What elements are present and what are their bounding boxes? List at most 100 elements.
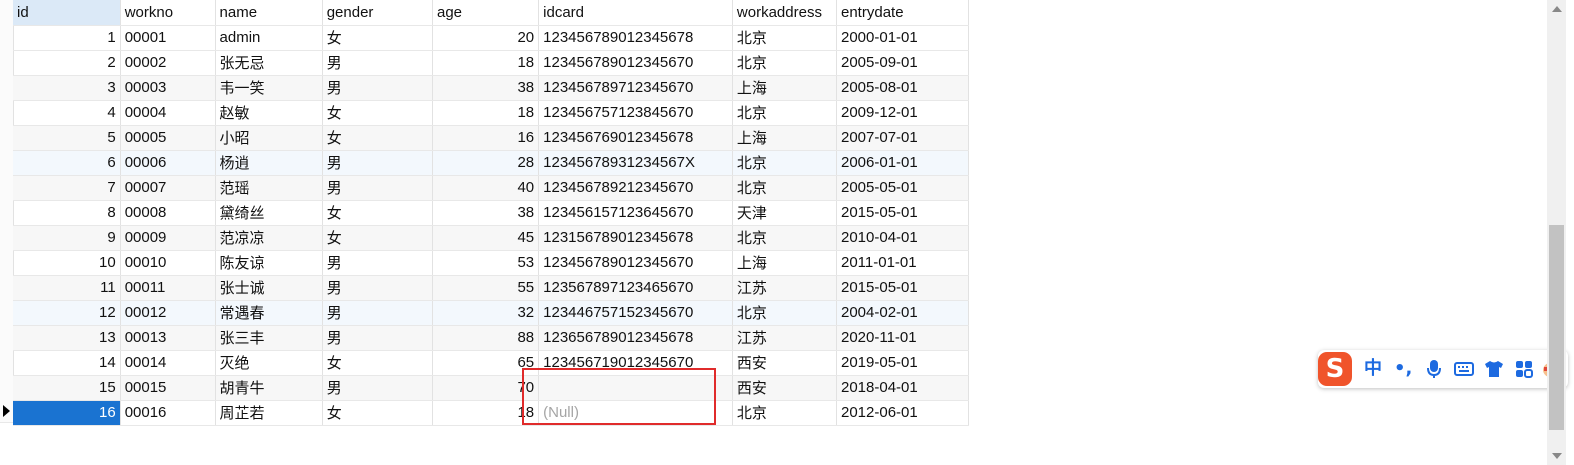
table-row[interactable]: 7 00007 范瑶男 40 123456789212345670 北京 2005-05-0… [13, 175, 969, 201]
cell-age[interactable]: 65 [432, 350, 540, 376]
cell-age[interactable]: 18 [432, 100, 540, 126]
cell-idcard[interactable]: 123456719012345670 [538, 350, 733, 376]
cell-workaddress[interactable]: 上海 [732, 75, 838, 101]
cell-idcard[interactable]: 123456157123645670 [538, 200, 733, 226]
cell-workaddress[interactable]: 天津 [732, 200, 838, 226]
cell-age[interactable]: 70 [432, 375, 540, 401]
keyboard-icon[interactable] [1454, 359, 1474, 379]
cell-id[interactable]: 8 [13, 200, 121, 226]
cell-name[interactable]: 胡青牛 [215, 375, 323, 401]
cell-name[interactable]: 周芷若 [215, 400, 323, 426]
scrollbar-thumb[interactable] [1549, 225, 1564, 430]
cell-idcard[interactable]: 123456789212345670 [538, 175, 733, 201]
cell-idcard[interactable]: 123456789012345670 [538, 50, 733, 76]
scroll-up-arrow-icon[interactable] [1552, 6, 1562, 12]
cell-id[interactable]: 16 [13, 400, 121, 426]
cell-workno[interactable]: 00004 [120, 100, 216, 126]
cell-id[interactable]: 15 [13, 375, 121, 401]
cell-workno[interactable]: 00007 [120, 175, 216, 201]
column-header-gender[interactable]: gender [322, 0, 433, 26]
cell-entrydate[interactable]: 2005-05-01 [836, 175, 969, 201]
cell-workno[interactable]: 00015 [120, 375, 216, 401]
cell-workaddress[interactable]: 北京 [732, 25, 838, 51]
table-row[interactable]: 8 00008 黛绮丝女 38 123456157123645670 天津 2015-05-… [13, 200, 969, 226]
cell-workaddress[interactable]: 北京 [732, 300, 838, 326]
cell-entrydate[interactable]: 2007-07-01 [836, 125, 969, 151]
cell-idcard[interactable]: (Null) [538, 400, 733, 426]
cell-workaddress[interactable]: 北京 [732, 400, 838, 426]
cell-entrydate[interactable]: 2011-01-01 [836, 250, 969, 276]
cell-workno[interactable]: 00010 [120, 250, 216, 276]
cell-gender[interactable]: 男 [322, 175, 433, 201]
cell-entrydate[interactable]: 2020-11-01 [836, 325, 969, 351]
cell-workaddress[interactable]: 江苏 [732, 275, 838, 301]
cell-entrydate[interactable]: 2005-08-01 [836, 75, 969, 101]
cell-workaddress[interactable]: 西安 [732, 375, 838, 401]
cell-age[interactable]: 16 [432, 125, 540, 151]
cell-age[interactable]: 88 [432, 325, 540, 351]
table-row[interactable]: 3 00003 韦一笑男 38 123456789712345670 上海 2005-08-… [13, 75, 969, 101]
cell-name[interactable]: admin [215, 25, 323, 51]
cell-gender[interactable]: 男 [322, 300, 433, 326]
cell-workno[interactable]: 00001 [120, 25, 216, 51]
cell-gender[interactable]: 男 [322, 325, 433, 351]
cell-gender[interactable]: 女 [322, 25, 433, 51]
cell-id[interactable]: 1 [13, 25, 121, 51]
table-row[interactable]: 5 00005 小昭女 16 123456769012345678 上海 2007-07-0… [13, 125, 969, 151]
table-row[interactable]: 9 00009 范凉凉女 45 123156789012345678 北京 2010-04-… [13, 225, 969, 251]
column-header-entrydate[interactable]: entrydate [836, 0, 969, 26]
column-header-name[interactable]: name [215, 0, 323, 26]
cell-idcard[interactable]: 123456789712345670 [538, 75, 733, 101]
table-row[interactable]: 4 00004 赵敏女 18 123456757123845670 北京 2009-12-0… [13, 100, 969, 126]
cell-workaddress[interactable]: 上海 [732, 250, 838, 276]
cell-age[interactable]: 38 [432, 200, 540, 226]
cell-idcard[interactable]: 123456789012345670 [538, 250, 733, 276]
cell-id[interactable]: 14 [13, 350, 121, 376]
cell-entrydate[interactable]: 2006-01-01 [836, 150, 969, 176]
cell-idcard[interactable]: 123446757152345670 [538, 300, 733, 326]
cell-idcard[interactable]: 123567897123465670 [538, 275, 733, 301]
cell-workno[interactable]: 00011 [120, 275, 216, 301]
table-row[interactable]: 13 00013 张三丰男 88 123656789012345678 江苏 2020-11… [13, 325, 969, 351]
cell-id[interactable]: 11 [13, 275, 121, 301]
cell-id[interactable]: 12 [13, 300, 121, 326]
sogou-logo-icon[interactable]: S [1318, 352, 1352, 386]
vertical-scrollbar[interactable] [1547, 0, 1566, 465]
cell-workno[interactable]: 00003 [120, 75, 216, 101]
cell-idcard[interactable]: 123156789012345678 [538, 225, 733, 251]
cell-entrydate[interactable]: 2005-09-01 [836, 50, 969, 76]
cell-entrydate[interactable]: 2012-06-01 [836, 400, 969, 426]
cell-workno[interactable]: 00005 [120, 125, 216, 151]
microphone-icon[interactable] [1426, 359, 1442, 379]
cell-name[interactable]: 灭绝 [215, 350, 323, 376]
cell-id[interactable]: 3 [13, 75, 121, 101]
cell-name[interactable]: 小昭 [215, 125, 323, 151]
table-row[interactable]: 14 00014 灭绝女 65 123456719012345670 西安 2019-05-… [13, 350, 969, 376]
scroll-down-arrow-icon[interactable] [1552, 453, 1562, 459]
cell-workno[interactable]: 00016 [120, 400, 216, 426]
table-row[interactable]: 11 00011 张士诚男 55 123567897123465670 江苏 2015-05… [13, 275, 969, 301]
column-header-workaddress[interactable]: workaddress [732, 0, 838, 26]
cell-age[interactable]: 38 [432, 75, 540, 101]
cell-gender[interactable]: 女 [322, 100, 433, 126]
cell-gender[interactable]: 女 [322, 200, 433, 226]
table-row[interactable]: 6 00006 杨逍男 28 12345678931234567X 北京 2006-01-0… [13, 150, 969, 176]
cell-workaddress[interactable]: 江苏 [732, 325, 838, 351]
cell-idcard[interactable]: 123456769012345678 [538, 125, 733, 151]
grid-icon[interactable] [1514, 359, 1534, 379]
cell-age[interactable]: 18 [432, 50, 540, 76]
cell-id[interactable]: 9 [13, 225, 121, 251]
cell-workno[interactable]: 00008 [120, 200, 216, 226]
cell-age[interactable]: 45 [432, 225, 540, 251]
cell-entrydate[interactable]: 2018-04-01 [836, 375, 969, 401]
cell-gender[interactable]: 男 [322, 275, 433, 301]
cell-workno[interactable]: 00009 [120, 225, 216, 251]
cell-workaddress[interactable]: 北京 [732, 225, 838, 251]
table-row[interactable]: 1 00001 admin 女 20 123456789012345678 北京 2000-0… [13, 25, 969, 51]
cell-workaddress[interactable]: 西安 [732, 350, 838, 376]
cell-workaddress[interactable]: 上海 [732, 125, 838, 151]
cell-age[interactable]: 20 [432, 25, 540, 51]
cell-workaddress[interactable]: 北京 [732, 150, 838, 176]
cell-entrydate[interactable]: 2019-05-01 [836, 350, 969, 376]
cell-workno[interactable]: 00013 [120, 325, 216, 351]
